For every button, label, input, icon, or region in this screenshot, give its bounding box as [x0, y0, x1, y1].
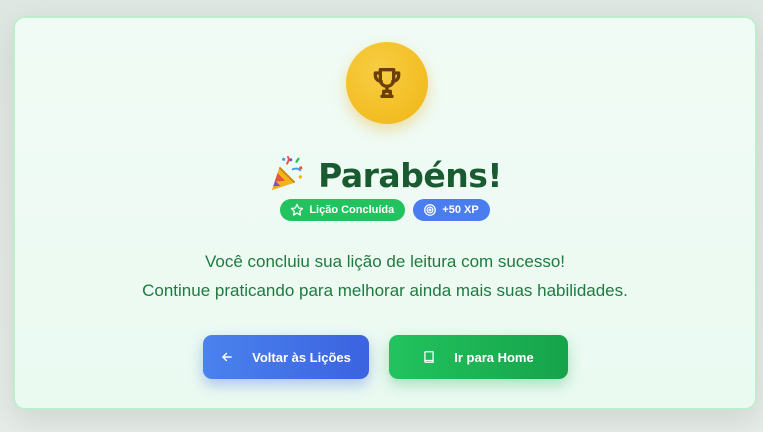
- xp-badge: +50 XP: [413, 199, 490, 221]
- message-line: Você concluiu sua lição de leitura com s…: [204, 252, 566, 271]
- badges-row: Lição Concluída +50 XP: [15, 199, 755, 221]
- back-to-lessons-button[interactable]: Voltar às Lições: [202, 335, 369, 379]
- completion-card: Parabéns! Lição Concluída +50 XP Você co…: [13, 16, 757, 410]
- lesson-complete-badge: Lição Concluída: [280, 199, 406, 221]
- title-row: Parabéns!: [15, 151, 755, 199]
- actions-row: Voltar às Lições Ir para Home: [15, 335, 755, 379]
- page-title: Parabéns!: [318, 155, 502, 195]
- trophy-icon: [373, 68, 401, 99]
- go-home-button[interactable]: Ir para Home: [388, 335, 568, 379]
- badge-label: Lição Concluída: [309, 204, 395, 216]
- badge-label: +50 XP: [442, 204, 479, 216]
- message-line: Continue praticando para melhorar ainda …: [142, 281, 628, 300]
- book-icon: [424, 351, 434, 363]
- arrow-left-icon: [222, 352, 232, 362]
- completion-message: Você concluiu sua lição de leitura com s…: [15, 247, 755, 305]
- button-label: Ir para Home: [454, 349, 534, 365]
- button-label: Voltar às Lições: [252, 349, 351, 365]
- page: Parabéns! Lição Concluída +50 XP Você co…: [0, 0, 763, 432]
- party-popper-icon: [271, 156, 303, 191]
- trophy-badge: [346, 42, 428, 124]
- target-icon: [424, 204, 437, 216]
- star-icon: [291, 203, 304, 216]
